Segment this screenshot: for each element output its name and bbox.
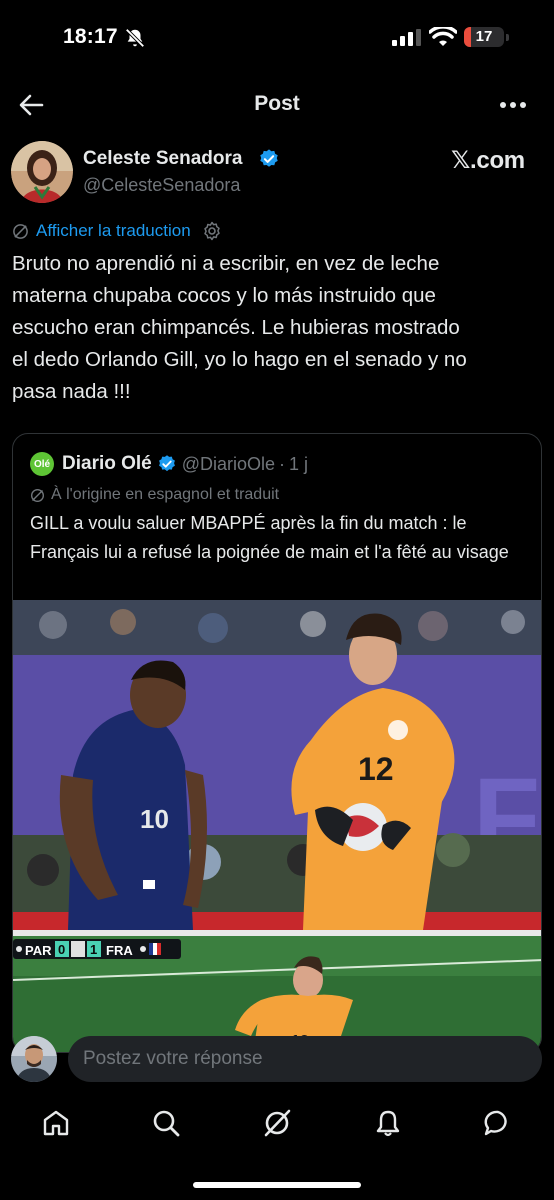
quote-author-handle: @DiarioOle xyxy=(181,453,276,474)
gear-icon[interactable] xyxy=(202,221,222,241)
bell-slash-icon xyxy=(125,28,145,48)
verified-badge-icon xyxy=(260,149,278,167)
ole-avatar: Olé xyxy=(30,452,54,476)
quote-timestamp: 1 j xyxy=(289,453,309,474)
score-home-team: PAR xyxy=(25,943,52,958)
score-away: 1 xyxy=(90,942,97,957)
cellular-signal-icon xyxy=(392,29,421,46)
translate-row: Afficher la traduction xyxy=(12,218,222,244)
post-header: Post xyxy=(0,76,554,132)
quote-media-image[interactable]: FA 10 12 PAR 0 xyxy=(13,600,542,1053)
status-bar: 18:17 17 xyxy=(0,0,554,76)
show-translation-link[interactable]: Afficher la traduction xyxy=(36,221,191,241)
wifi-icon xyxy=(429,27,457,46)
notifications-icon[interactable] xyxy=(373,1108,403,1138)
quote-author-name: Diario Olé xyxy=(62,453,152,474)
score-home: 0 xyxy=(58,942,65,957)
more-horizontal-icon[interactable] xyxy=(498,96,528,114)
x-com-watermark: 𝕏.com xyxy=(451,147,525,174)
left-player-number: 10 xyxy=(140,804,169,834)
battery-icon: 17 xyxy=(464,27,504,47)
bottom-nav xyxy=(0,1096,554,1156)
quote-separator: · xyxy=(279,453,286,474)
quote-origin-text: À l'origine en espagnol et traduit xyxy=(51,486,280,503)
battery-cap xyxy=(506,34,509,41)
translate-globe-icon xyxy=(13,223,28,239)
author-avatar[interactable] xyxy=(11,141,73,203)
status-time: 18:17 xyxy=(63,25,118,48)
verified-badge-icon xyxy=(158,455,175,472)
score-away-team: FRA xyxy=(106,943,133,958)
reply-input[interactable]: Postez votre réponse xyxy=(68,1036,542,1082)
author-handle[interactable]: @CelesteSenadora xyxy=(83,175,240,196)
quote-origin-note: À l'origine en espagnol et traduit xyxy=(30,484,279,506)
right-player-number: 12 xyxy=(358,751,394,787)
post-text: Bruto no aprendió ni a escribir, en vez … xyxy=(12,252,467,403)
translate-globe-icon xyxy=(31,488,44,502)
author-name[interactable]: Celeste Senadora xyxy=(83,148,242,170)
battery-percent: 17 xyxy=(475,28,493,45)
home-icon[interactable] xyxy=(41,1108,71,1138)
page-title: Post xyxy=(254,92,300,115)
my-avatar[interactable] xyxy=(11,1036,57,1082)
quote-text: GILL a voulu saluer MBAPPÉ après la fin … xyxy=(30,513,509,562)
messages-icon[interactable] xyxy=(483,1108,513,1138)
home-indicator xyxy=(193,1182,361,1188)
search-icon[interactable] xyxy=(151,1108,181,1138)
quoted-post[interactable]: Olé Diario Olé @DiarioOle · 1 j À l'orig… xyxy=(12,433,542,1053)
quote-header: Olé Diario Olé @DiarioOle · 1 j xyxy=(30,450,308,478)
grok-icon[interactable] xyxy=(262,1108,292,1138)
